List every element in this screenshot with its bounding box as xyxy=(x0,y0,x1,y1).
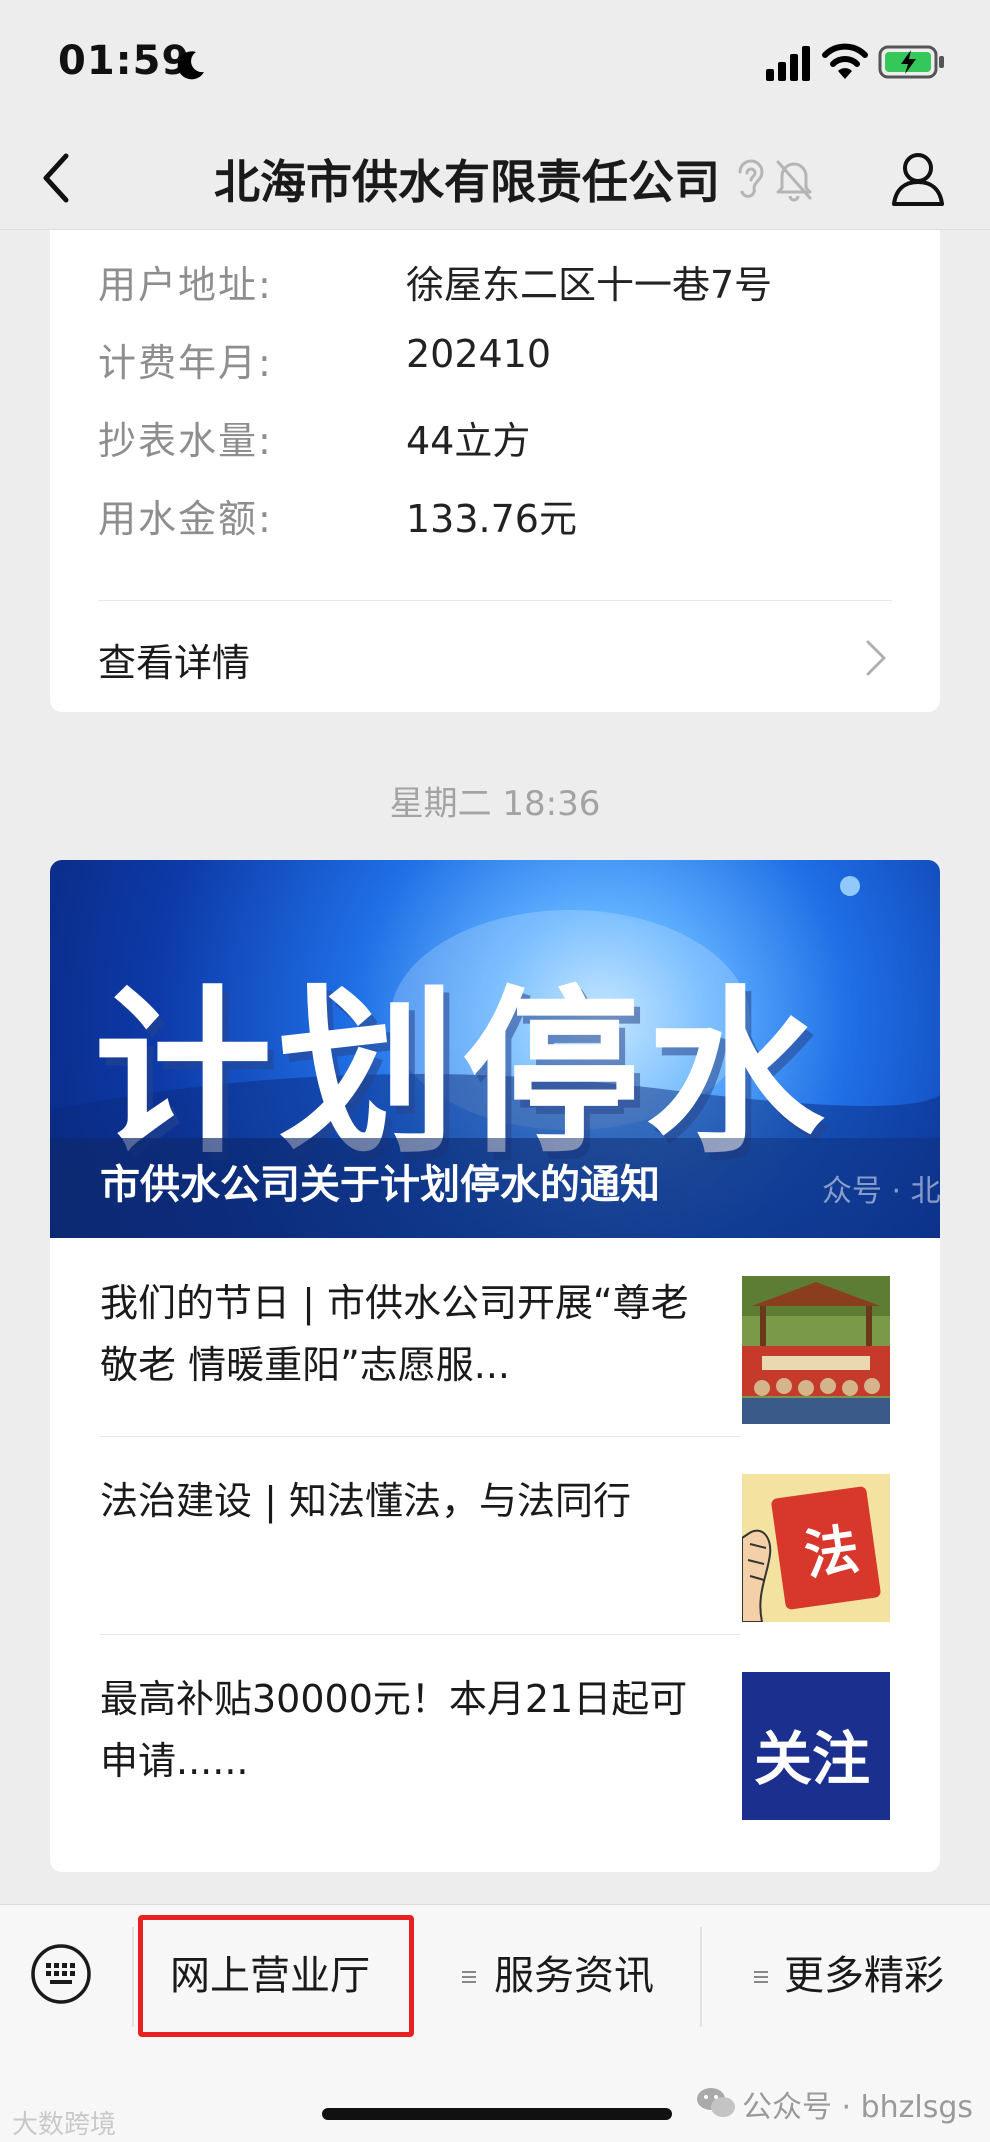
submenu-list-icon xyxy=(754,1971,768,1983)
moon-icon xyxy=(177,51,204,80)
menu-item-more[interactable]: 更多精彩 xyxy=(702,1905,990,2035)
article-item[interactable]: 最高补贴30000元！本月21日起可申请...... 关注 xyxy=(50,1634,940,1832)
article-title: 最高补贴30000元！本月21日起可申请...... xyxy=(100,1677,688,1783)
article-title: 法治建设 | 知法懂法，与法同行 xyxy=(100,1479,631,1523)
keyboard-icon[interactable] xyxy=(30,1943,92,2005)
highlight-annotation-box xyxy=(138,1915,414,2037)
menu-item-service-info[interactable]: 服务资讯 xyxy=(420,1905,700,2035)
bill-label: 用户地址: xyxy=(98,263,273,307)
article-thumbnail-attention: 关注 xyxy=(742,1672,890,1820)
article-thumbnail-law-book: 法 xyxy=(742,1474,890,1622)
submenu-list-icon xyxy=(462,1971,476,1983)
article-thumbnail-group-photo xyxy=(742,1276,890,1424)
watermark-right: 公众号 · bhzlsgs xyxy=(742,2090,974,2125)
profile-icon[interactable] xyxy=(890,148,946,208)
message-timestamp: 星期二 18:36 xyxy=(389,784,601,824)
article-item[interactable]: 我们的节日 | 市供水公司开展“尊老敬老 情暖重阳”志愿服... xyxy=(50,1238,940,1436)
ear-icon xyxy=(738,159,764,198)
view-details-label: 查看详情 xyxy=(98,641,251,685)
banner-caption: 市供水公司关于计划停水的通知 xyxy=(100,1162,660,1208)
bill-value: 徐屋东二区十一巷7号 xyxy=(406,263,773,307)
bill-label: 抄表水量: xyxy=(98,419,273,463)
menu-item-label: 更多精彩 xyxy=(784,1953,944,1999)
article-item[interactable]: 法治建设 | 知法懂法，与法同行 法 xyxy=(50,1436,940,1634)
bill-value: 133.76元 xyxy=(406,497,577,541)
wifi-icon xyxy=(822,43,868,79)
banner-article[interactable]: 计划停水 市供水公司关于计划停水的通知 众号 · 北海 xyxy=(50,860,940,1238)
status-bar: 01:59 xyxy=(0,0,990,120)
divider xyxy=(98,600,892,601)
view-details-link[interactable]: 查看详情 xyxy=(50,602,940,712)
bell-muted-icon xyxy=(776,160,812,202)
menu-separator xyxy=(132,1927,134,2027)
nav-bar: 北海市供水有限责任公司 xyxy=(0,120,990,230)
bill-value: 202410 xyxy=(406,332,552,376)
wechat-icon xyxy=(697,2088,735,2117)
cellular-signal-icon xyxy=(766,46,810,81)
status-time: 01:59 xyxy=(58,38,191,84)
bill-label: 计费年月: xyxy=(98,341,273,385)
home-indicator[interactable] xyxy=(322,2108,672,2120)
thumbnail-attention-text: 关注 xyxy=(754,1725,871,1793)
chevron-right-icon xyxy=(866,640,886,676)
page-title: 北海市供水有限责任公司 xyxy=(214,155,720,209)
menu-item-label: 服务资讯 xyxy=(494,1953,654,1999)
battery-charging-icon xyxy=(878,45,944,79)
article-card: 计划停水 市供水公司关于计划停水的通知 众号 · 北海 我们的节日 | 市供水公… xyxy=(50,860,940,1872)
bill-value: 44立方 xyxy=(406,419,531,463)
back-arrow-icon[interactable] xyxy=(36,150,76,206)
thumbnail-law-text: 法 xyxy=(800,1517,863,1588)
bill-card: 用户地址: 徐屋东二区十一巷7号 计费年月: 202410 抄表水量: 44立方… xyxy=(50,230,940,712)
article-title: 我们的节日 | 市供水公司开展“尊老敬老 情暖重阳”志愿服... xyxy=(100,1281,689,1387)
bill-label: 用水金额: xyxy=(98,497,273,541)
watermark-left: 大数跨境 xyxy=(12,2110,117,2140)
banner-watermark: 众号 · 北海 xyxy=(822,1174,940,1209)
